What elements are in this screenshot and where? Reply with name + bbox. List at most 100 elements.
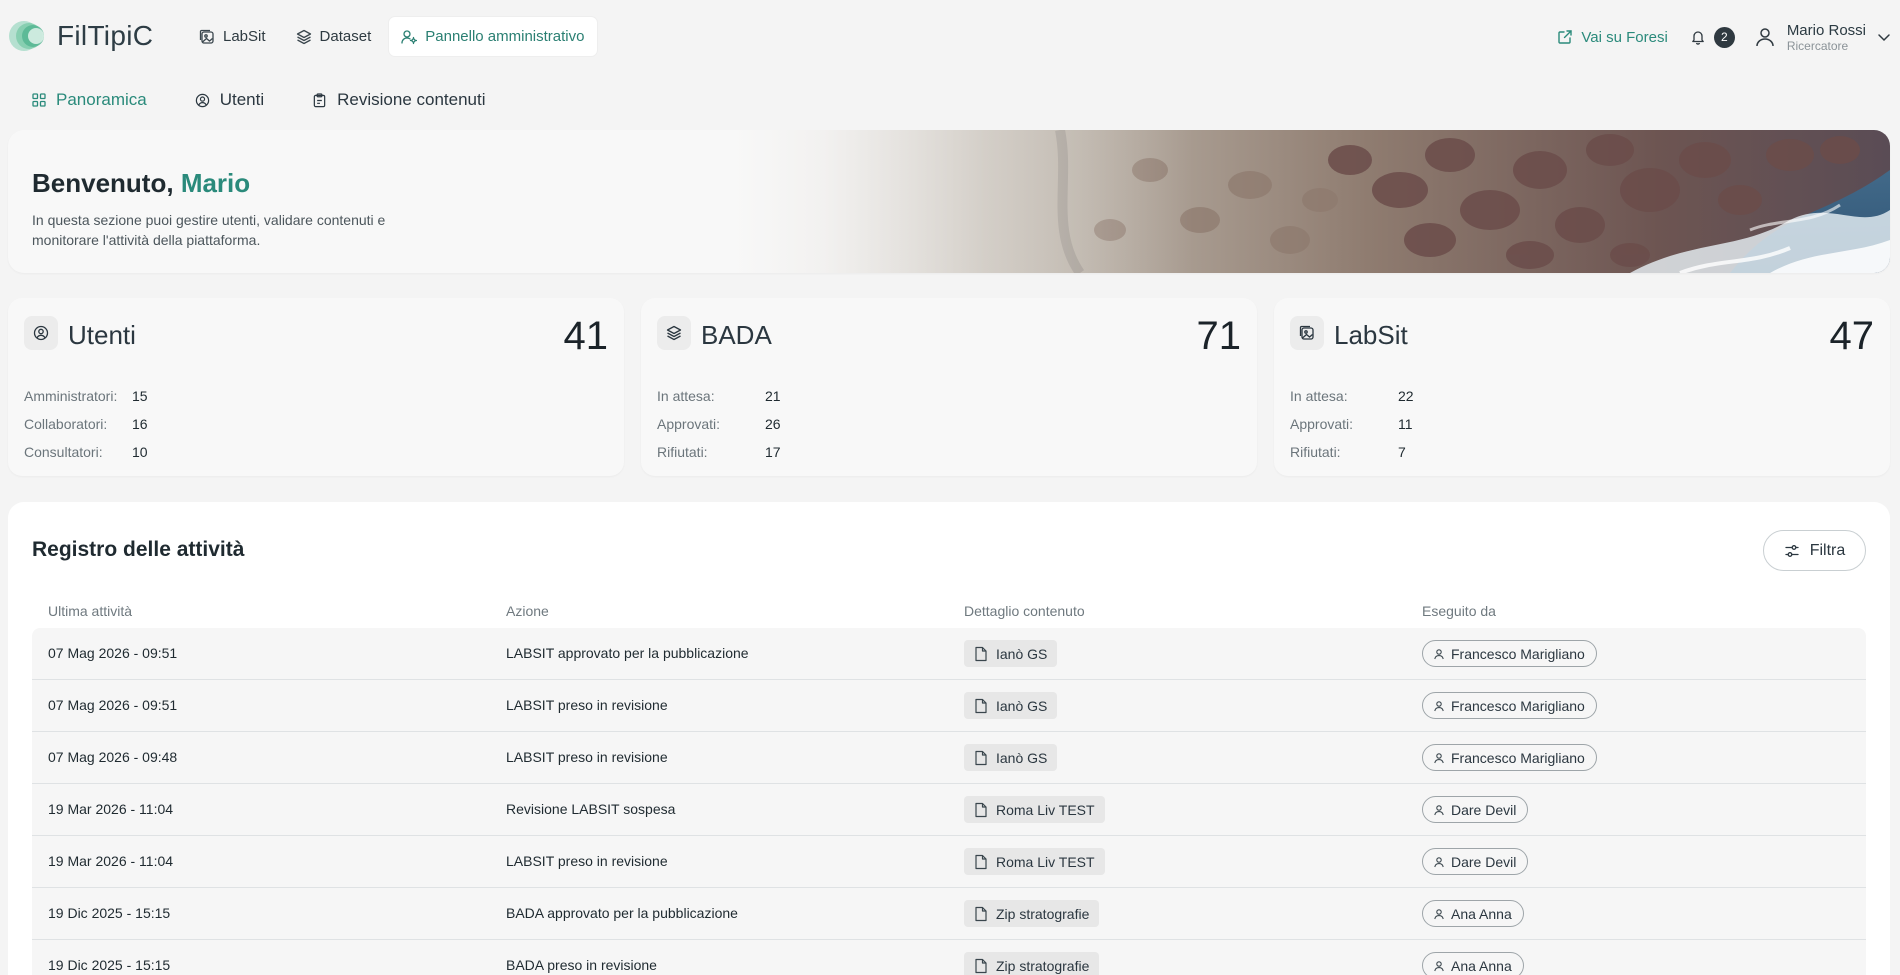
table-row[interactable]: 07 Mag 2026 - 09:51 LABSIT preso in revis… (32, 680, 1866, 732)
user-icon (1433, 804, 1445, 816)
content-chip-label: Ianò GS (996, 749, 1048, 766)
external-link-label: Vai su Foresi (1581, 28, 1668, 46)
stat-card-total: 71 (1196, 314, 1242, 358)
top-navigation: FilTipiC LabSit Dataset Pannello amminis… (0, 0, 1900, 74)
user-chip[interactable]: Francesco Marigliano (1422, 692, 1597, 719)
cell-date: 19 Dic 2025 - 15:15 (48, 957, 171, 973)
layers-icon (296, 29, 312, 45)
file-icon (974, 906, 988, 922)
table-row[interactable]: 19 Mar 2026 - 11:04 Revisione LABSIT sosp… (32, 784, 1866, 836)
stat-row-value: 26 (765, 416, 781, 432)
stat-row-label: Approvati: (657, 416, 721, 432)
table-row[interactable]: 19 Dic 2025 - 15:15 BADA approvato per la… (32, 888, 1866, 940)
user-role: Ricercatore (1786, 38, 1849, 53)
stat-row: Rifiutati: 17 (657, 438, 781, 466)
stat-row-label: In attesa: (657, 388, 715, 404)
stat-row-value: 22 (1398, 388, 1414, 404)
user-icon (1433, 700, 1445, 712)
stat-row-label: Rifiutati: (1290, 444, 1341, 460)
table-row[interactable]: 19 Mar 2026 - 11:04 LABSIT preso in revis… (32, 836, 1866, 888)
sliders-icon (1784, 543, 1800, 559)
table-row[interactable]: 07 Mag 2026 - 09:51 LABSIT approvato per … (32, 628, 1866, 680)
file-icon (974, 750, 988, 766)
column-header[interactable]: Dettaglio contenuto (964, 594, 1085, 628)
nav-item-labsit[interactable]: LabSit (187, 17, 278, 56)
stat-row: Amministratori: 15 (24, 382, 148, 410)
user-chip[interactable]: Dare Devil (1422, 848, 1529, 875)
app-name: FilTipiC (57, 20, 154, 51)
user-chip[interactable]: Dare Devil (1422, 796, 1529, 823)
cell-action: LABSIT approvato per la pubblicazione (506, 645, 749, 661)
user-avatar-icon (1753, 25, 1777, 49)
user-chip-label: Ana Anna (1451, 957, 1512, 974)
cell-action: LABSIT preso in revisione (506, 697, 668, 713)
user-chip-label: Francesco Marigliano (1451, 645, 1585, 662)
content-chip[interactable]: Zip stratografie (964, 900, 1100, 927)
stat-row: Consultatori: 10 (24, 438, 148, 466)
user-icon (1433, 856, 1445, 868)
cell-date: 19 Dic 2025 - 15:15 (48, 905, 171, 921)
activity-log: Registro delle attività Filtra Ultima at… (8, 502, 1890, 975)
content-chip[interactable]: Roma Liv TEST (964, 848, 1105, 875)
stat-card-title: BADA (701, 320, 772, 350)
banner-fade-overlay (730, 130, 1890, 273)
nav-item-label: Dataset (319, 28, 372, 45)
stat-card-breakdown: In attesa: 21 Approvati: 26 Rifiutati: 17 (657, 382, 781, 466)
content-chip[interactable]: Ianò GS (964, 640, 1058, 667)
stat-row: Collaboratori: 16 (24, 410, 148, 438)
stat-row-value: 10 (132, 444, 148, 460)
content-chip[interactable]: Roma Liv TEST (964, 796, 1105, 823)
nav-item-admin-panel[interactable]: Pannello amministrativo (389, 17, 597, 56)
user-chip-label: Dare Devil (1451, 853, 1517, 870)
file-icon (974, 698, 988, 714)
tab-label: Panoramica (56, 90, 147, 109)
admin-subtabs: Panoramica Utenti Revisione contenuti (24, 86, 494, 114)
stat-row-label: Amministratori: (24, 388, 118, 404)
user-icon (1433, 960, 1445, 972)
notifications-button[interactable]: 2 (1690, 26, 1735, 48)
cell-action: LABSIT preso in revisione (506, 749, 668, 765)
content-chip-label: Ianò GS (996, 697, 1048, 714)
user-circle-icon (195, 93, 210, 108)
content-chip[interactable]: Ianò GS (964, 692, 1058, 719)
stat-card-breakdown: In attesa: 22 Approvati: 11 Rifiutati: 7 (1290, 382, 1414, 466)
external-link-foresi[interactable]: Vai su Foresi (1557, 28, 1668, 46)
stat-row-value: 21 (765, 388, 781, 404)
user-icon (1433, 752, 1445, 764)
content-chip-label: Roma Liv TEST (996, 801, 1095, 818)
user-chip[interactable]: Francesco Marigliano (1422, 744, 1597, 771)
content-chip[interactable]: Zip stratografie (964, 952, 1100, 975)
chevron-down-icon (1876, 29, 1892, 45)
image-icon (1290, 316, 1324, 350)
app-logo[interactable]: FilTipiC (8, 16, 153, 56)
user-chip[interactable]: Ana Anna (1422, 900, 1524, 927)
main-nav: LabSit Dataset Pannello amministrativo (187, 17, 597, 56)
user-menu[interactable]: Mario Rossi Ricercatore (1753, 22, 1892, 53)
tab-label: Revisione contenuti (337, 90, 486, 109)
welcome-title: Benvenuto, Mario (32, 168, 250, 199)
user-settings-icon (401, 29, 418, 45)
top-right-actions: Vai su Foresi 2 Mario Rossi Ricercatore (1557, 17, 1900, 57)
user-chip-label: Francesco Marigliano (1451, 749, 1585, 766)
cell-date: 07 Mag 2026 - 09:51 (48, 645, 178, 661)
user-chip-label: Dare Devil (1451, 801, 1517, 818)
logo-mark-icon (8, 16, 48, 56)
content-chip[interactable]: Ianò GS (964, 744, 1058, 771)
user-chip-label: Francesco Marigliano (1451, 697, 1585, 714)
filter-button[interactable]: Filtra (1763, 530, 1866, 571)
stat-card-utenti: Utenti 41 Amministratori: 15 Collaborator… (8, 298, 624, 476)
nav-item-label: Pannello amministrativo (425, 28, 585, 45)
tab-utenti[interactable]: Utenti (187, 86, 272, 114)
column-header[interactable]: Azione (506, 594, 549, 628)
column-header[interactable]: Ultima attività (48, 594, 132, 628)
column-header[interactable]: Eseguito da (1422, 594, 1496, 628)
tab-revisione-contenuti[interactable]: Revisione contenuti (304, 86, 493, 114)
activity-log-title: Registro delle attività (32, 538, 245, 561)
nav-item-dataset[interactable]: Dataset (284, 17, 384, 56)
table-header: Ultima attività Azione Dettaglio contenu… (32, 594, 1866, 628)
table-row[interactable]: 19 Dic 2025 - 15:15 BADA preso in revisio… (32, 940, 1866, 975)
user-chip[interactable]: Francesco Marigliano (1422, 640, 1597, 667)
user-chip[interactable]: Ana Anna (1422, 952, 1524, 975)
tab-panoramica[interactable]: Panoramica (24, 86, 155, 114)
table-row[interactable]: 07 Mag 2026 - 09:48 LABSIT preso in revis… (32, 732, 1866, 784)
